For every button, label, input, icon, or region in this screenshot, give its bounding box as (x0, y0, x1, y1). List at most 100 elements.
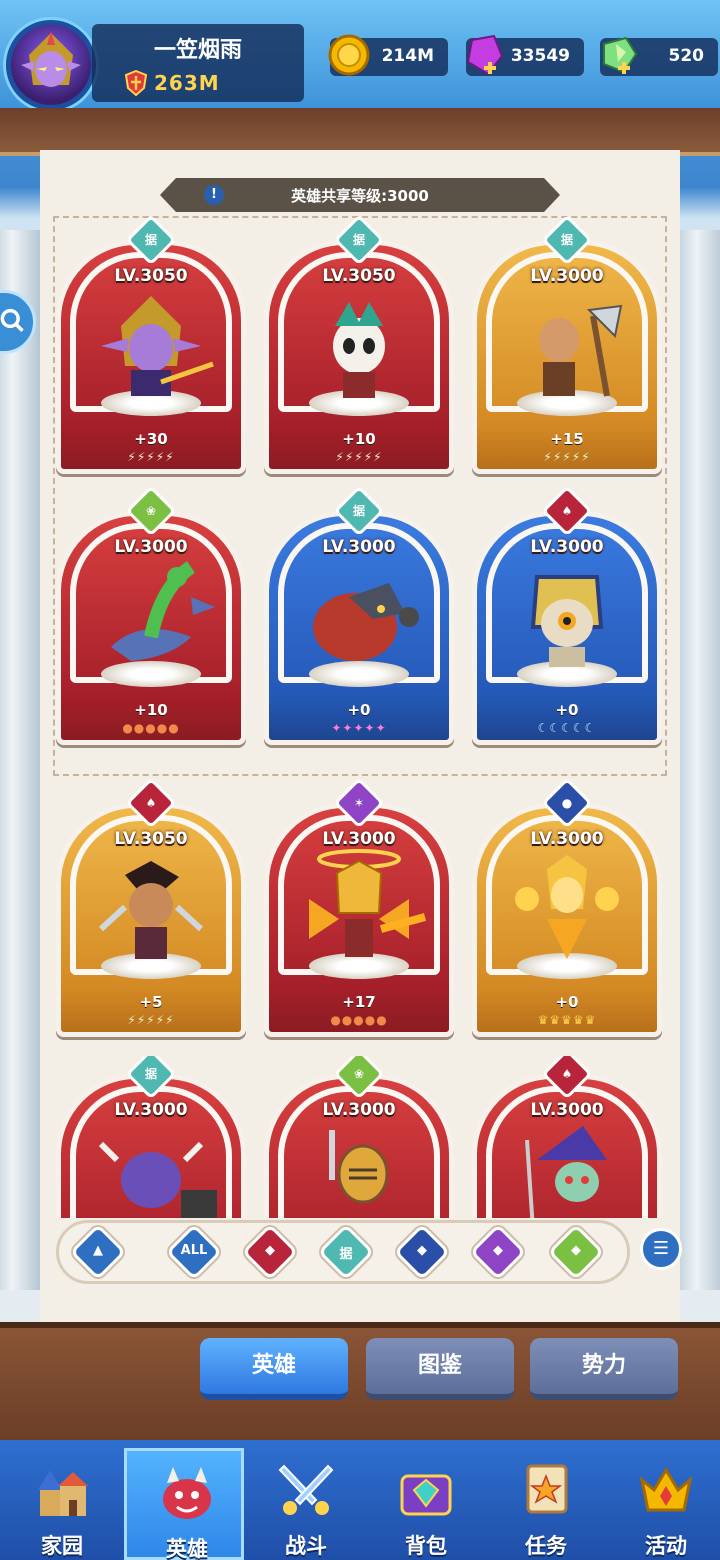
tab-factions[interactable]: 势力 (530, 1338, 678, 1400)
gold-resource[interactable]: 214M (328, 34, 448, 76)
orb-icon: ◆ (417, 1243, 427, 1258)
nav-battle[interactable]: 战斗 (246, 1448, 366, 1560)
filter-darkred[interactable]: ◆ (241, 1223, 299, 1281)
hero-card[interactable]: ✶ LV.3000 +17 ●●●●● (264, 777, 454, 1037)
hero-portrait-icon (309, 849, 427, 957)
hero-portrait-icon (101, 296, 214, 396)
hero-star-rank: ●●●●● (122, 721, 180, 735)
faction-icon: 据 (144, 1067, 157, 1081)
gold-value: 214M (381, 46, 434, 66)
search-button[interactable] (0, 290, 36, 354)
avatar-portrait-icon (21, 31, 81, 87)
gem-resource[interactable]: 33549 (466, 34, 584, 76)
hero-card[interactable]: 据 LV.3050 +30 ⚡⚡⚡⚡⚡ (56, 214, 246, 474)
hero-enhance-level: +10 (342, 430, 376, 448)
faction-icon: 据 (560, 233, 573, 247)
hero-card[interactable]: ● LV.3000 +0 ♛♛♛♛♛ (472, 777, 662, 1037)
filter-label: 据 (339, 1247, 353, 1262)
nav-bag[interactable]: 背包 (366, 1448, 486, 1560)
hero-card[interactable]: ♠ LV.3050 +5 ⚡⚡⚡⚡⚡ (56, 777, 246, 1037)
hero-level: LV.3000 (322, 829, 396, 849)
hero-portrait-icon (515, 855, 619, 959)
hero-card[interactable]: 据 LV.3000 +15 ⚡⚡⚡⚡⚡ (472, 214, 662, 474)
hero-portrait-icon (525, 1126, 607, 1218)
hero-card[interactable]: ❀ LV.3000 +10 ●●●●● (56, 485, 246, 745)
faction-icon: ✶ (353, 796, 365, 810)
gold-coin-icon (328, 34, 370, 76)
sort-icon: ☰ (652, 1238, 670, 1259)
hero-level: LV.3050 (114, 829, 188, 849)
hero-star-rank: ♛♛♛♛♛ (537, 1013, 597, 1027)
hero-portrait-icon (333, 302, 385, 398)
hero-enhance-level: +10 (134, 701, 168, 719)
hero-portrait-icon (313, 583, 419, 661)
sort-button[interactable]: ☰ (640, 1228, 682, 1270)
hero-level: LV.3000 (530, 537, 604, 557)
hero-portrait-icon (530, 575, 604, 667)
player-avatar[interactable] (6, 20, 96, 110)
hero-enhance-level: +30 (134, 430, 168, 448)
nav-quests[interactable]: 任务 (486, 1448, 606, 1560)
hero-enhance-level: +5 (139, 993, 163, 1011)
hero-portrait-icon (98, 1141, 217, 1218)
hero-enhance-level: +0 (555, 701, 579, 719)
filter-up[interactable]: ▲ (69, 1223, 127, 1281)
filter-all[interactable]: ALL (165, 1223, 223, 1281)
power-value: 263M (154, 71, 220, 95)
filter-purple[interactable]: ◆ (469, 1223, 527, 1281)
hero-star-rank: ⚡⚡⚡⚡⚡ (127, 1013, 175, 1027)
nav-quests-label: 任务 (525, 1534, 567, 1558)
hero-level: LV.3000 (114, 537, 188, 557)
hero-star-rank: ⚡⚡⚡⚡⚡ (127, 450, 175, 464)
player-name: 一笠烟雨 (153, 38, 242, 63)
faction-icon: ♠ (145, 796, 157, 810)
right-pillar (674, 230, 720, 1290)
tab-codex[interactable]: 图鉴 (366, 1338, 514, 1400)
hero-card[interactable]: ❀ LV.3000 (264, 1056, 454, 1218)
shared-level-banner: ! 英雄共享等级:3000 (160, 178, 560, 212)
faction-icon: ● (561, 796, 573, 810)
filter-navy[interactable]: ◆ (393, 1223, 451, 1281)
hero-level: LV.3050 (114, 266, 188, 286)
quest-scroll-icon (526, 1464, 568, 1514)
panel-header-frame (0, 108, 720, 156)
hero-level: LV.3000 (530, 266, 604, 286)
hero-portrait-icon (539, 304, 623, 397)
nav-home[interactable]: 家园 (2, 1448, 122, 1560)
nav-events[interactable]: 活动 (606, 1448, 720, 1560)
hero-level: LV.3000 (322, 1100, 396, 1120)
filter-green[interactable]: ◆ (547, 1223, 605, 1281)
hero-enhance-level: +15 (550, 430, 584, 448)
nav-events-label: 活动 (645, 1534, 687, 1558)
nav-home-label: 家园 (41, 1534, 83, 1558)
hero-portrait-icon (111, 561, 215, 661)
power-display: 263M (124, 70, 220, 96)
nav-heroes[interactable]: 英雄 (124, 1448, 244, 1560)
filter-teal[interactable]: 据 (317, 1223, 375, 1281)
hero-card[interactable]: 据 LV.3000 (56, 1056, 246, 1218)
hero-star-rank: ☾☾☾☾☾ (537, 721, 597, 735)
hero-star-rank: ●●●●● (330, 1013, 388, 1027)
faction-icon: ♠ (561, 1067, 573, 1081)
crystal-resource[interactable]: 520 (600, 36, 718, 76)
green-crystal-icon (603, 36, 638, 74)
hero-star-rank: ⚡⚡⚡⚡⚡ (335, 450, 383, 464)
hero-enhance-level: +0 (555, 993, 579, 1011)
crossed-swords-icon (278, 1464, 334, 1515)
power-shield-icon (124, 70, 148, 96)
lotus-icon: ◆ (571, 1243, 581, 1258)
nav-heroes-label: 英雄 (166, 1537, 208, 1560)
treasure-chest-icon (400, 1474, 452, 1516)
hero-card[interactable]: 据 LV.3000 +0 ✦✦✦✦✦ (264, 485, 454, 745)
hero-card[interactable]: ♠ LV.3000 (472, 1056, 662, 1218)
faction-icon: 据 (352, 504, 365, 518)
hero-enhance-level: +0 (347, 701, 371, 719)
hero-level: LV.3000 (114, 1100, 188, 1120)
hero-portrait-icon (98, 861, 204, 959)
hero-portrait-icon (329, 1130, 389, 1204)
hero-card[interactable]: 据 LV.3050 +10 ⚡⚡⚡⚡⚡ (264, 214, 454, 474)
events-crown-icon (639, 1467, 693, 1512)
hero-card[interactable]: ♠ LV.3000 +0 ☾☾☾☾☾ (472, 485, 662, 745)
tab-heroes[interactable]: 英雄 (200, 1338, 348, 1400)
nav-bag-label: 背包 (405, 1534, 447, 1558)
